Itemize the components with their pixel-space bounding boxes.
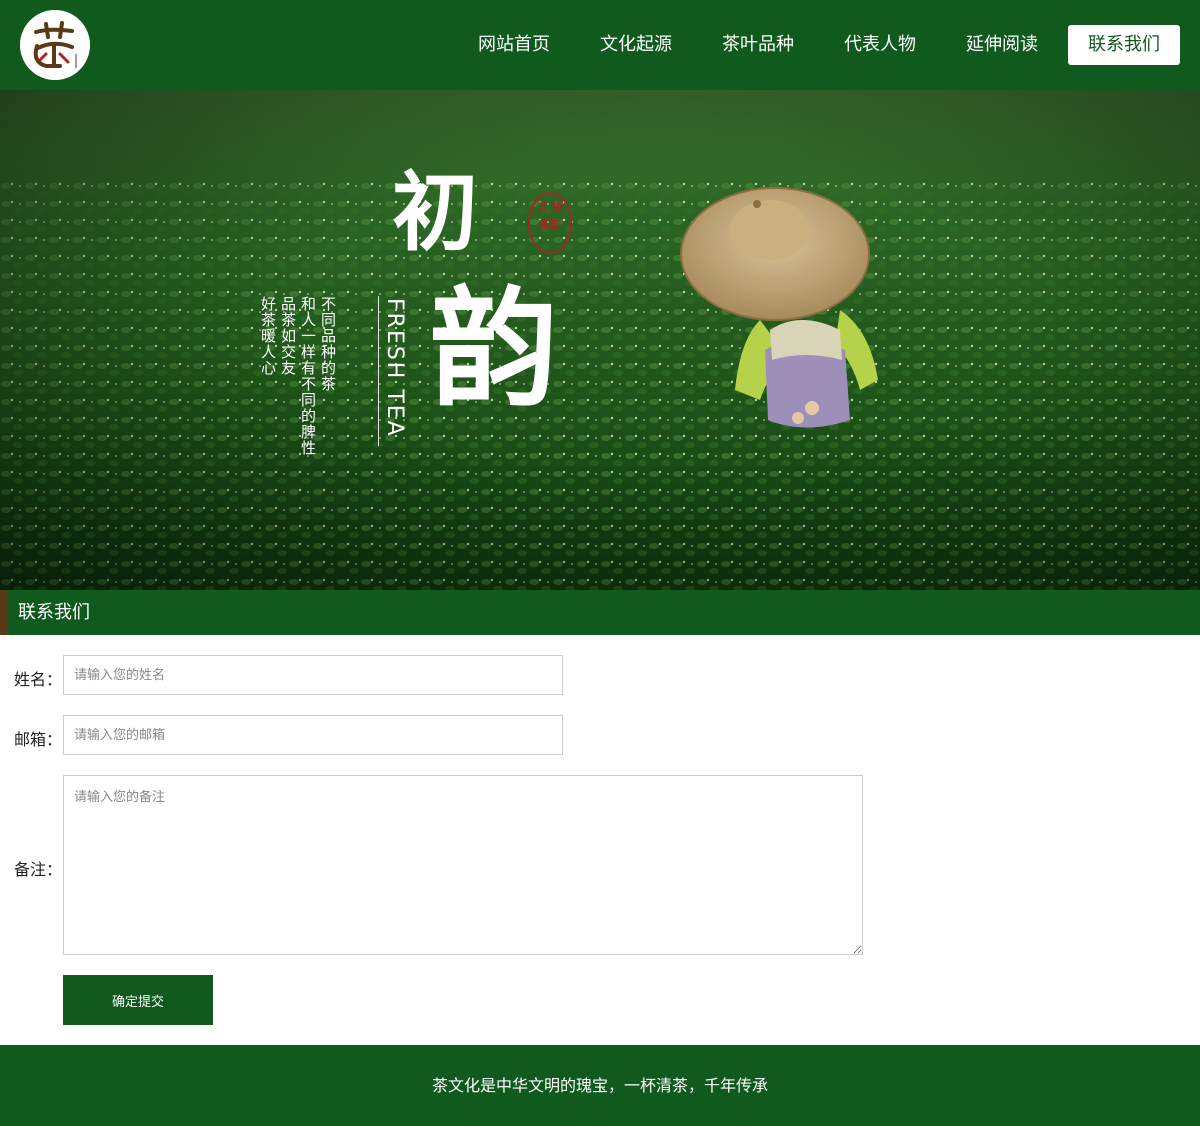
site-footer: 茶文化是中华文明的瑰宝，一杯清茶，千年传承 xyxy=(0,1045,1200,1126)
site-header: 网站首页 文化起源 茶叶品种 代表人物 延伸阅读 联系我们 xyxy=(0,0,1200,90)
email-input[interactable] xyxy=(63,715,563,755)
nav-item-varieties[interactable]: 茶叶品种 xyxy=(697,25,819,65)
main-nav: 网站首页 文化起源 茶叶品种 代表人物 延伸阅读 联系我们 xyxy=(453,25,1180,65)
banner-poem-line-1: 不同品种的茶 xyxy=(319,296,337,392)
nav-item-figures[interactable]: 代表人物 xyxy=(819,25,941,65)
name-input[interactable] xyxy=(63,655,563,695)
tea-logo-graphic xyxy=(20,10,90,80)
nav-item-reading[interactable]: 延伸阅读 xyxy=(941,25,1063,65)
banner-english-text: FRESH TEA xyxy=(382,298,407,438)
name-label: 姓名： xyxy=(14,670,63,689)
footer-text: 茶文化是中华文明的瑰宝，一杯清茶，千年传承 xyxy=(431,1076,768,1095)
note-label: 备注： xyxy=(14,860,63,879)
seal-stamp: 云 缘 茶韵 xyxy=(528,192,572,254)
tea-field-image xyxy=(0,90,1200,590)
note-textarea[interactable] xyxy=(63,775,863,955)
hero-banner: 初 韵 云 缘 茶韵 FRESH TEA 不同品种的茶 和人一样有不同的脾性 品… xyxy=(0,90,1200,590)
banner-poem-line-4: 好茶暖人心 xyxy=(259,296,277,376)
nav-item-home[interactable]: 网站首页 xyxy=(453,25,575,65)
email-label: 邮箱： xyxy=(14,730,63,749)
tea-logo-icon[interactable] xyxy=(20,10,90,80)
banner-char-yun: 韵 xyxy=(430,274,559,424)
banner-divider xyxy=(378,296,379,446)
section-header: 联系我们 xyxy=(0,590,1200,635)
banner-char-chu: 初 xyxy=(392,162,478,263)
section-title: 联系我们 xyxy=(18,602,90,623)
banner-poem-line-3: 品茶如交友 xyxy=(279,296,297,376)
submit-button[interactable]: 确定提交 xyxy=(63,975,213,1025)
nav-item-origin[interactable]: 文化起源 xyxy=(575,25,697,65)
banner-poem-line-2: 和人一样有不同的脾性 xyxy=(299,296,317,456)
nav-item-contact[interactable]: 联系我们 xyxy=(1068,25,1180,65)
